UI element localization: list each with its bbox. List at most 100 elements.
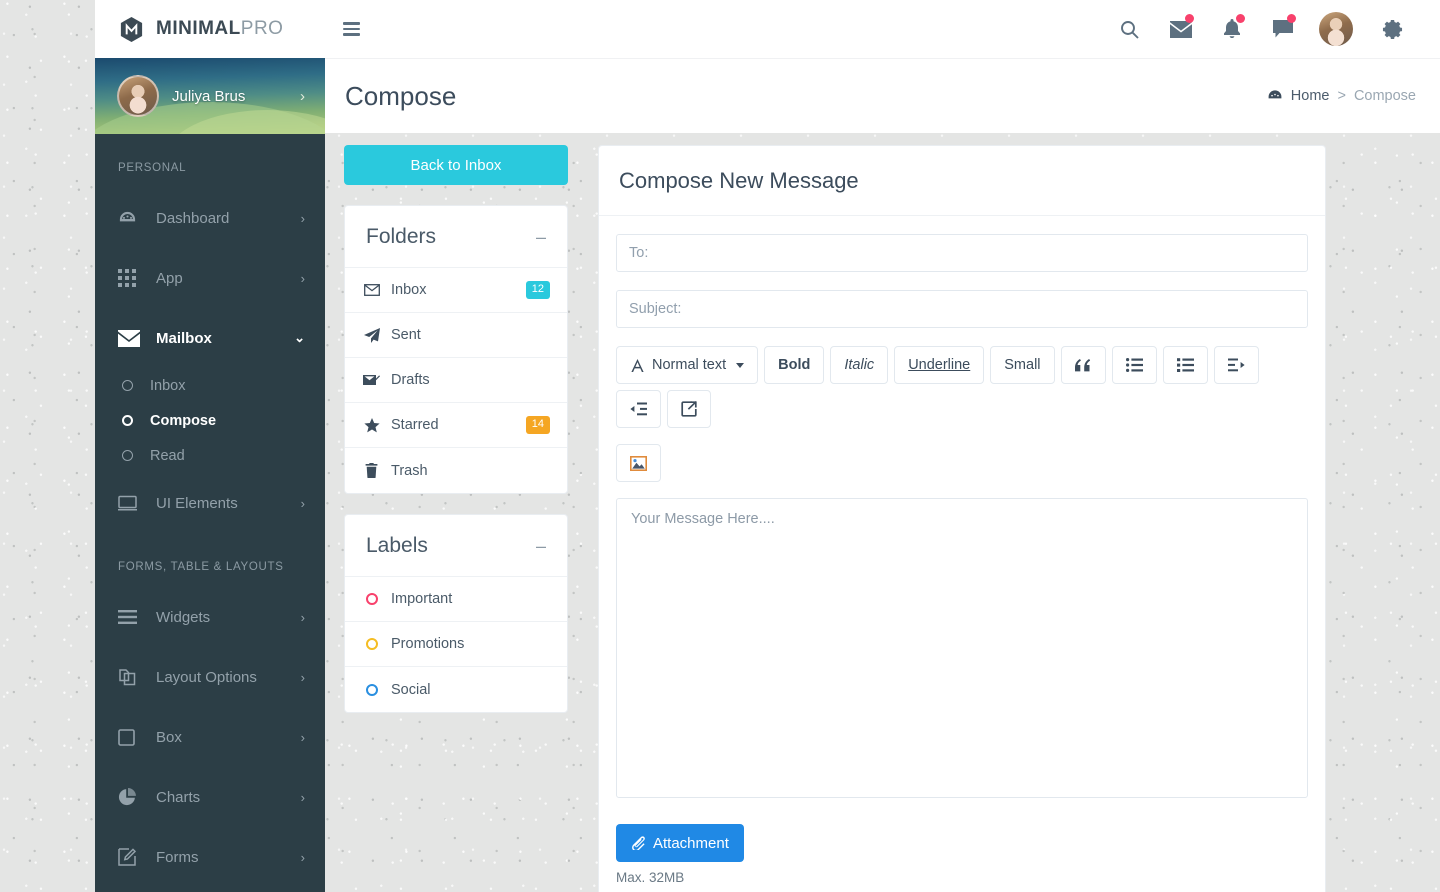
hamburger-line <box>343 27 360 31</box>
bullet-icon <box>122 380 133 391</box>
sidebar-item-forms[interactable]: Forms › <box>95 827 325 887</box>
chevron-right-icon: › <box>300 87 305 105</box>
sidebar-item-charts[interactable]: Charts › <box>95 767 325 827</box>
sidebar-item-dashboard[interactable]: Dashboard › <box>95 188 325 248</box>
sidebar-sublabel: Compose <box>150 412 217 429</box>
text-style-dropdown[interactable]: Normal text <box>616 346 759 384</box>
folder-item-sent[interactable]: Sent <box>345 313 567 358</box>
chat-button[interactable] <box>1257 7 1308 51</box>
label-text: Important <box>391 591 453 607</box>
unordered-list-button[interactable] <box>1111 346 1157 384</box>
labels-panel: Labels – Important Promotions Social <box>344 514 568 713</box>
envelope-draft-icon <box>363 374 380 386</box>
outdent-button[interactable] <box>616 390 661 428</box>
sidebar-subitem-read[interactable]: Read <box>95 438 325 473</box>
sidebar-subitem-inbox[interactable]: Inbox <box>95 368 325 403</box>
sidebar-subitem-compose[interactable]: Compose <box>95 403 325 438</box>
text-style-label: Normal text <box>652 357 727 373</box>
profile-name: Juliya Brus <box>172 87 246 105</box>
italic-button[interactable]: Italic <box>830 346 889 384</box>
share-icon <box>681 401 697 417</box>
subject-field[interactable] <box>616 290 1308 328</box>
app-root: MINIMALPRO Juliya Brus › PERSONAL Dashbo… <box>0 0 1440 892</box>
small-button[interactable]: Small <box>990 346 1055 384</box>
brand-bold: MINIMAL <box>156 18 241 39</box>
folder-item-starred[interactable]: Starred 14 <box>345 403 567 448</box>
messages-button[interactable] <box>1155 7 1206 51</box>
mail-sidebar: Back to Inbox Folders – Inbox 12 Sent Dr… <box>344 145 568 713</box>
font-icon <box>630 358 645 373</box>
folder-item-trash[interactable]: Trash <box>345 448 567 493</box>
indent-button[interactable] <box>1213 346 1259 384</box>
sidebar-label: Box <box>156 728 182 746</box>
sidebar-label: Widgets <box>156 608 211 626</box>
indent-icon <box>1227 358 1245 372</box>
brand-logo-area[interactable]: MINIMALPRO <box>95 0 325 58</box>
compose-card-body: Normal text Bold Italic Underline Small <box>599 216 1325 892</box>
square-icon <box>118 728 156 746</box>
minimize-icon[interactable]: – <box>536 228 546 246</box>
attachment-label: Attachment <box>653 834 729 852</box>
message-body-textarea[interactable] <box>616 498 1308 798</box>
gear-icon <box>1382 19 1403 40</box>
paper-plane-icon <box>363 327 380 343</box>
label-item-important[interactable]: Important <box>345 577 567 622</box>
list-ol-icon <box>1176 358 1194 372</box>
breadcrumb-home[interactable]: Home <box>1291 88 1330 104</box>
sidebar-sublabel: Inbox <box>150 377 186 394</box>
insert-image-button[interactable] <box>616 444 661 482</box>
labels-panel-header: Labels – <box>345 515 567 577</box>
folder-badge: 14 <box>525 416 550 434</box>
trash-icon <box>363 463 380 478</box>
chevron-right-icon: › <box>300 849 305 865</box>
sidebar-item-ui-elements[interactable]: UI Elements › <box>95 473 325 533</box>
hamburger-line <box>343 22 360 25</box>
sidebar-item-app[interactable]: App › <box>95 248 325 308</box>
chevron-right-icon: › <box>300 270 305 286</box>
sidebar-item-mailbox[interactable]: Mailbox ⌄ <box>95 308 325 368</box>
notifications-button[interactable] <box>1206 7 1257 51</box>
sidebar-label: App <box>156 269 183 287</box>
editor-toolbar-row2 <box>616 444 1308 482</box>
to-field[interactable] <box>616 234 1308 272</box>
monitor-icon <box>118 495 156 511</box>
star-icon <box>363 417 380 433</box>
label-item-promotions[interactable]: Promotions <box>345 622 567 667</box>
brand-light: PRO <box>240 18 284 39</box>
notification-dot <box>1287 14 1296 23</box>
sidebar-item-box[interactable]: Box › <box>95 707 325 767</box>
folder-item-inbox[interactable]: Inbox 12 <box>345 268 567 313</box>
attachment-button[interactable]: Attachment <box>616 824 744 862</box>
link-button[interactable] <box>667 390 711 428</box>
avatar[interactable] <box>1319 12 1353 46</box>
sidebar-label: Forms <box>156 848 199 866</box>
blockquote-button[interactable] <box>1060 346 1106 384</box>
sidebar-item-widgets[interactable]: Widgets › <box>95 587 325 647</box>
outdent-icon <box>630 402 647 416</box>
list-ul-icon <box>1125 358 1143 372</box>
sidebar-profile[interactable]: Juliya Brus › <box>95 58 325 134</box>
search-button[interactable] <box>1104 7 1155 51</box>
hamburger-line <box>343 33 360 36</box>
bars-icon <box>118 610 156 624</box>
ordered-list-button[interactable] <box>1162 346 1208 384</box>
minimize-icon[interactable]: – <box>536 537 546 555</box>
bold-button[interactable]: Bold <box>764 346 825 384</box>
sidebar-label: Dashboard <box>156 209 230 227</box>
sidebar-label: Mailbox <box>156 329 212 347</box>
folders-panel: Folders – Inbox 12 Sent Drafts Starred 1… <box>344 205 568 494</box>
settings-button[interactable] <box>1367 7 1418 51</box>
search-icon <box>1120 20 1139 39</box>
folder-label: Trash <box>391 462 428 479</box>
sidebar-sublabel: Read <box>150 447 185 464</box>
underline-button[interactable]: Underline <box>894 346 985 384</box>
sidebar-item-layout-options[interactable]: Layout Options › <box>95 647 325 707</box>
folder-item-drafts[interactable]: Drafts <box>345 358 567 403</box>
topbar-actions <box>1104 7 1440 51</box>
profile-avatar <box>117 75 159 117</box>
menu-toggle-button[interactable] <box>343 15 371 43</box>
label-item-social[interactable]: Social <box>345 667 567 712</box>
image-icon <box>630 455 647 471</box>
back-to-inbox-button[interactable]: Back to Inbox <box>344 145 568 185</box>
bullet-icon <box>122 415 133 426</box>
